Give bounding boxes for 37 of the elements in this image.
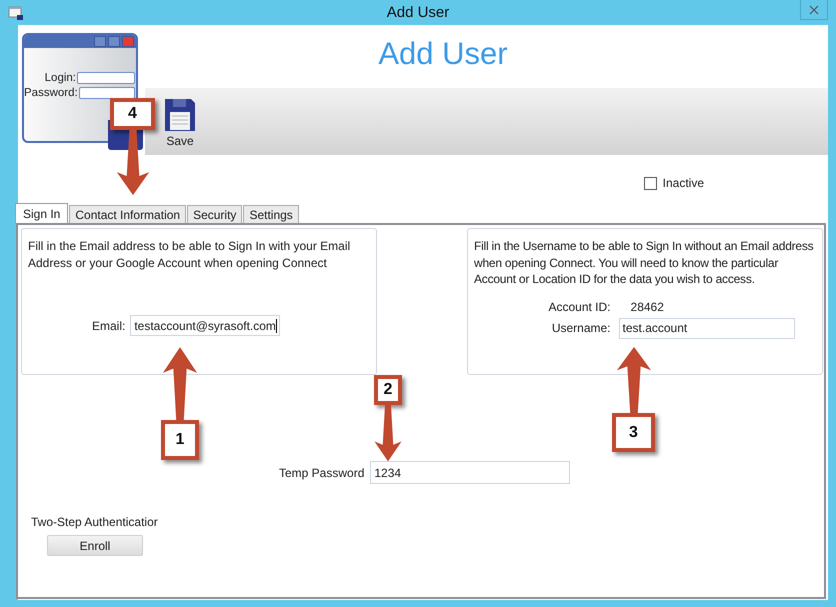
checkbox-label: Inactive (662, 176, 704, 190)
maximize-icon (108, 36, 120, 47)
field-label: Username: (552, 321, 611, 335)
tab[interactable]: Settings (243, 205, 299, 223)
tab[interactable]: Sign In (15, 203, 68, 223)
tab[interactable]: Security (187, 205, 242, 223)
field-label: Password: (24, 87, 78, 99)
field-label: Login: (44, 72, 76, 84)
input-field[interactable]: testaccount@syrasoft.com (130, 315, 280, 336)
description-text: Fill in the Email address to be able to Sign In with your Email Address or your Google Account when opening Connect (28, 238, 352, 271)
tab[interactable]: Contact Information (69, 205, 186, 223)
close-button[interactable] (800, 0, 828, 20)
field-value: 28462 (630, 300, 664, 314)
checkbox[interactable] (644, 176, 657, 190)
field-label: Email: (92, 318, 126, 332)
arrow (373, 405, 403, 463)
page-title: Add User (378, 36, 508, 72)
close-icon (809, 4, 819, 14)
callout-number: 1 (161, 420, 199, 460)
callout-number: 3 (612, 413, 655, 452)
section-label: Two-Step Authenticatior (31, 515, 158, 529)
close-icon (122, 36, 134, 47)
input-field (77, 72, 135, 84)
input-field[interactable]: 1234 (370, 461, 570, 484)
callout-number: 2 (374, 375, 402, 405)
description-text: Fill in the Username to be able to Sign In without an Email address when opening Connect. You will need to know the particular Account or Location ID for the data you wish to access. (474, 238, 814, 288)
input-field[interactable]: test.account (618, 318, 795, 338)
field-label: Temp Password (279, 466, 364, 480)
minimize-icon (94, 36, 106, 47)
arrow (614, 345, 652, 413)
input-field (78, 87, 135, 99)
window-icon (8, 4, 24, 20)
window-title: Add User (386, 4, 450, 21)
callout-number: 4 (110, 98, 155, 130)
enroll-button[interactable]: Enroll (47, 535, 143, 556)
arrow (114, 130, 150, 197)
field-label: Account ID: (548, 300, 611, 314)
